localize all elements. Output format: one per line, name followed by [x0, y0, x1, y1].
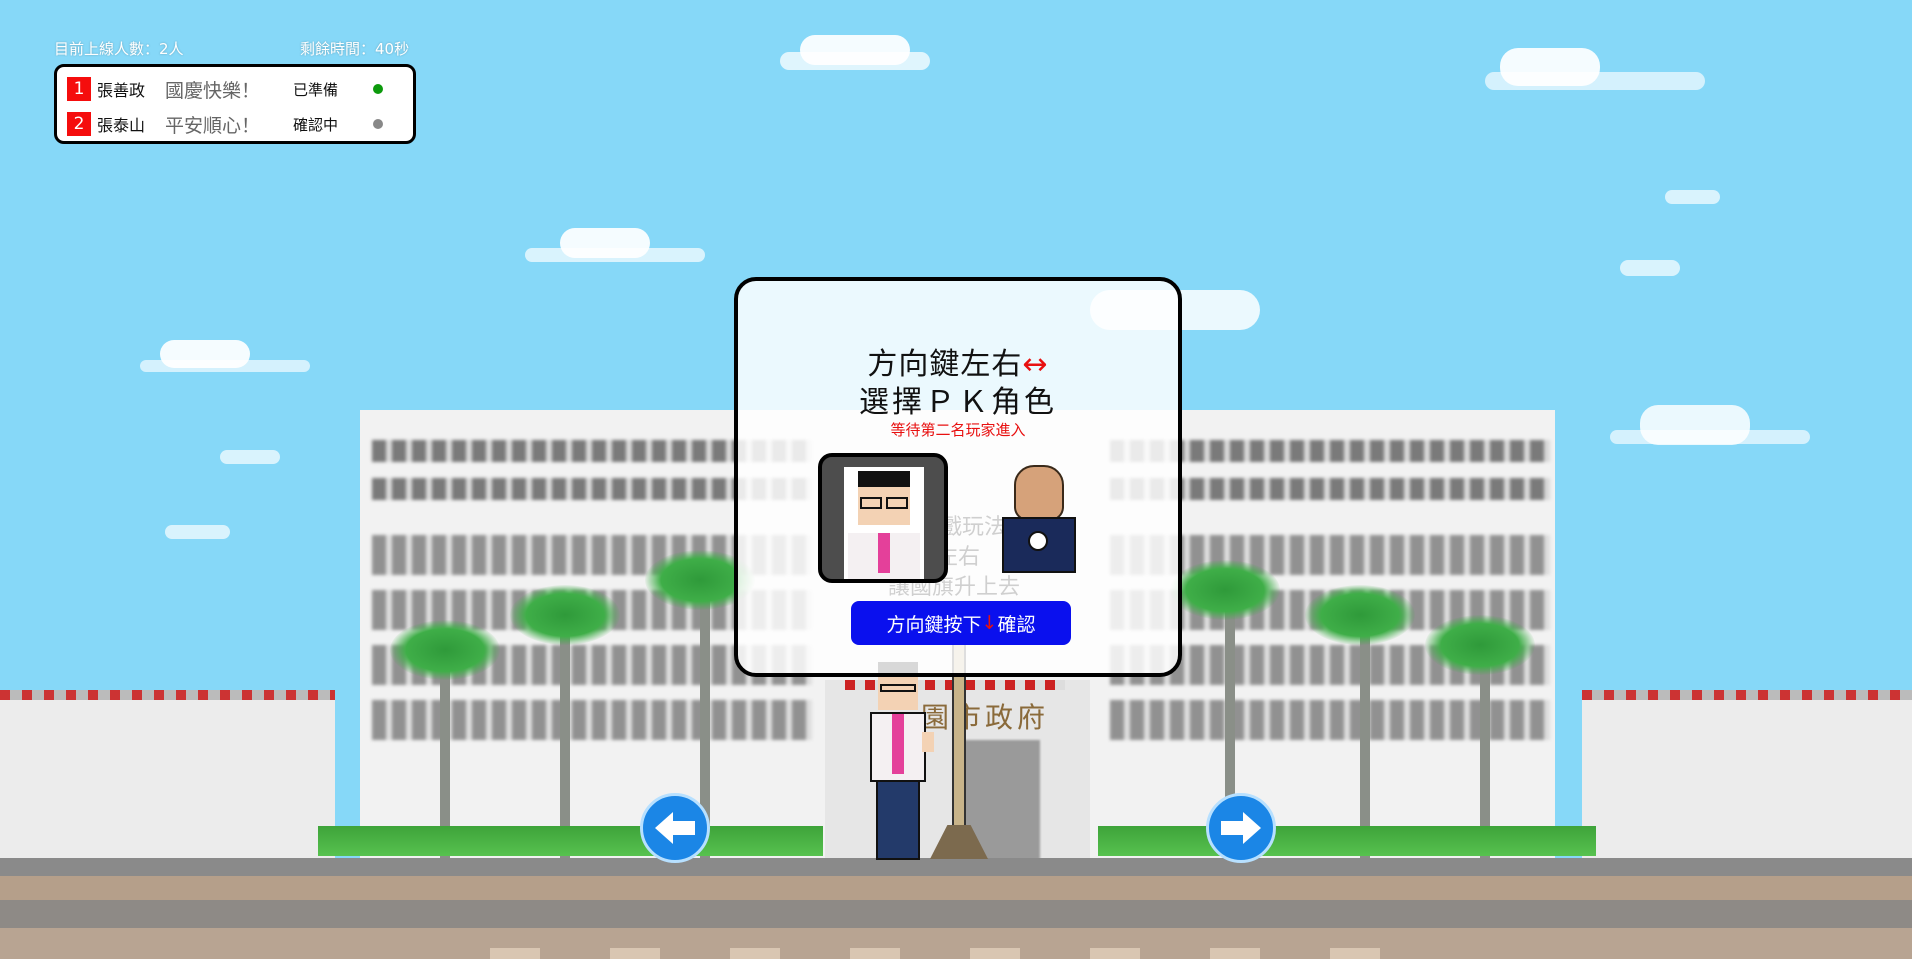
right-low-building [1582, 690, 1912, 865]
character-option-selected[interactable] [818, 453, 948, 583]
character-select-modal: 遊戲玩法： 點擊方向鍵左右 讓國旗升上去 方向鍵左右↔ 選擇ＰＫ角色 等待第二名… [734, 277, 1182, 677]
modal-instruction-line2: 選擇ＰＫ角色 [859, 385, 1057, 420]
pending-indicator-icon [373, 119, 383, 129]
right-roof-trim [1582, 690, 1912, 700]
player-row: 2 張泰山 平安順心！ 確認中 [67, 109, 383, 139]
character-option[interactable] [998, 461, 1078, 573]
window-row [372, 700, 812, 740]
palm-tree [1425, 615, 1535, 675]
time-remaining: 剩餘時間：40秒 [300, 40, 410, 58]
palm-trunk [560, 620, 570, 860]
down-arrow-icon: ↓ [981, 612, 998, 634]
palm-tree [1305, 585, 1415, 645]
left-roof-trim [0, 690, 335, 700]
left-low-building [0, 690, 335, 865]
cloud [1610, 430, 1810, 444]
palm-trunk [1360, 620, 1370, 860]
player-status: 確認中 [293, 115, 339, 134]
road-markings [490, 948, 1410, 959]
confirm-button[interactable]: 方向鍵按下 ↓ 確認 [851, 601, 1071, 645]
cloud [1665, 190, 1720, 204]
player-message: 國慶快樂！ [165, 79, 261, 102]
player-row: 1 張善政 國慶快樂！ 已準備 [67, 74, 383, 104]
hedge-left [318, 826, 823, 856]
sidewalk [0, 858, 1912, 876]
character-portrait [844, 467, 924, 579]
cloud [1485, 72, 1705, 90]
cloud [140, 360, 310, 372]
cloud [525, 248, 705, 262]
player-message: 平安順心！ [165, 114, 261, 137]
right-arrow-button[interactable] [1206, 793, 1276, 863]
cloud [165, 525, 230, 539]
road-band [0, 900, 1912, 928]
road-band [0, 876, 1912, 900]
ready-indicator-icon [373, 84, 383, 94]
waiting-message: 等待第二名玩家進入 [890, 421, 1026, 439]
palm-tree [510, 585, 620, 645]
cloud [780, 52, 930, 70]
hedge-right [1098, 826, 1596, 856]
palm-tree [1170, 560, 1280, 620]
player-name: 張善政 [97, 81, 146, 100]
arrow-right-icon [1221, 812, 1261, 844]
player-character-sprite [862, 662, 934, 862]
player-name: 張泰山 [97, 116, 146, 135]
palm-tree [390, 620, 500, 680]
left-arrow-button[interactable] [640, 793, 710, 863]
online-count: 目前上線人數：2人 [54, 40, 184, 58]
arrow-left-icon [655, 812, 695, 844]
player-status: 已準備 [293, 80, 339, 99]
player-number-badge: 2 [67, 112, 91, 136]
player-number-badge: 1 [67, 77, 91, 101]
player-list: 1 張善政 國慶快樂！ 已準備 2 張泰山 平安順心！ 確認中 [54, 64, 416, 144]
cloud [1620, 260, 1680, 276]
cloud [220, 450, 280, 464]
